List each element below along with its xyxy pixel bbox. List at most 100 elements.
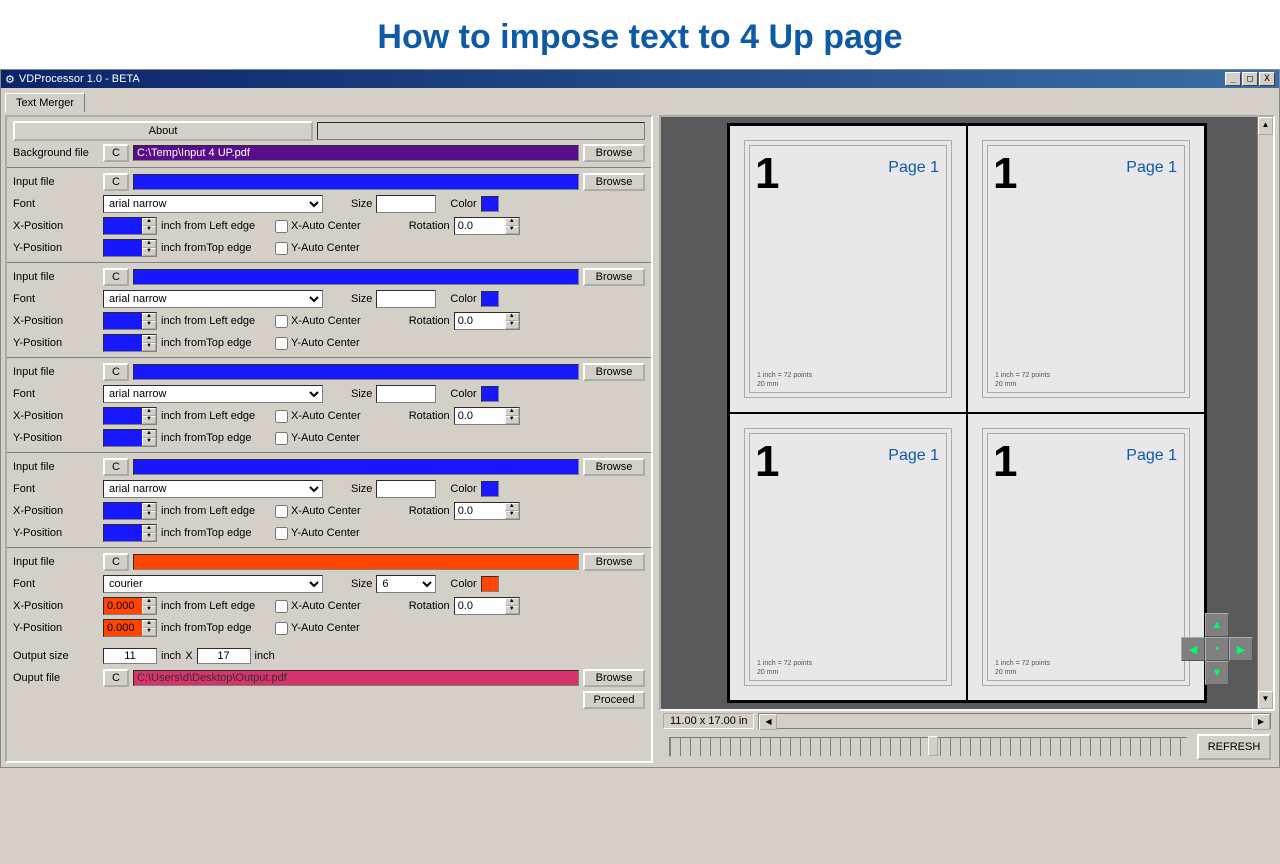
x-auto-checkbox-2[interactable]: X-Auto Center — [275, 410, 361, 423]
rot-up-1[interactable]: ▲ — [505, 313, 519, 321]
rot-down-2[interactable]: ▼ — [505, 416, 519, 424]
ypos-input-3[interactable] — [104, 525, 142, 541]
ypos-down-3[interactable]: ▼ — [142, 533, 156, 541]
input-browse-button-2[interactable]: Browse — [583, 363, 645, 381]
y-auto-checkbox-1[interactable]: Y-Auto Center — [275, 337, 360, 350]
xpos-input-2[interactable] — [104, 408, 142, 424]
rot-up-0[interactable]: ▲ — [505, 218, 519, 226]
xpos-input-4[interactable] — [104, 598, 142, 614]
color-swatch-0[interactable] — [481, 196, 499, 212]
rot-down-0[interactable]: ▼ — [505, 226, 519, 234]
nav-right-button[interactable]: ▶ — [1229, 637, 1253, 661]
font-select-0[interactable]: arial narrow — [103, 195, 323, 213]
input-file-input-3[interactable] — [133, 459, 579, 475]
rotation-input-0[interactable] — [455, 218, 505, 234]
xpos-up-3[interactable]: ▲ — [142, 503, 156, 511]
y-auto-checkbox-0[interactable]: Y-Auto Center — [275, 242, 360, 255]
input-browse-button-0[interactable]: Browse — [583, 173, 645, 191]
font-select-1[interactable]: arial narrow — [103, 290, 323, 308]
font-select-2[interactable]: arial narrow — [103, 385, 323, 403]
output-browse-button[interactable]: Browse — [583, 669, 645, 687]
input-browse-button-4[interactable]: Browse — [583, 553, 645, 571]
input-browse-button-3[interactable]: Browse — [583, 458, 645, 476]
rotation-input-3[interactable] — [455, 503, 505, 519]
xpos-input-0[interactable] — [104, 218, 142, 234]
background-browse-button[interactable]: Browse — [583, 144, 645, 162]
output-height-input[interactable] — [197, 648, 251, 664]
font-select-4[interactable]: courier — [103, 575, 323, 593]
ypos-input-2[interactable] — [104, 430, 142, 446]
preview-hscroll[interactable] — [758, 713, 1271, 729]
ypos-down-0[interactable]: ▼ — [142, 248, 156, 256]
minimize-button[interactable]: _ — [1225, 72, 1241, 86]
ypos-up-4[interactable]: ▲ — [142, 620, 156, 628]
input-browse-button-1[interactable]: Browse — [583, 268, 645, 286]
nav-up-button[interactable]: ▲ — [1205, 613, 1229, 637]
input-clear-button-1[interactable]: C — [103, 268, 129, 286]
color-swatch-3[interactable] — [481, 481, 499, 497]
background-file-input[interactable] — [133, 145, 579, 161]
nav-down-button[interactable]: ▼ — [1205, 661, 1229, 685]
color-swatch-2[interactable] — [481, 386, 499, 402]
size-select-3[interactable] — [376, 480, 436, 498]
rotation-input-4[interactable] — [455, 598, 505, 614]
xpos-input-3[interactable] — [104, 503, 142, 519]
background-clear-button[interactable]: C — [103, 144, 129, 162]
ypos-input-0[interactable] — [104, 240, 142, 256]
ypos-up-2[interactable]: ▲ — [142, 430, 156, 438]
xpos-input-1[interactable] — [104, 313, 142, 329]
output-file-input[interactable] — [133, 670, 579, 686]
ypos-down-2[interactable]: ▼ — [142, 438, 156, 446]
proceed-button[interactable]: Proceed — [583, 691, 645, 709]
xpos-down-4[interactable]: ▼ — [142, 606, 156, 614]
ypos-up-1[interactable]: ▲ — [142, 335, 156, 343]
nav-center-button[interactable]: • — [1205, 637, 1229, 661]
nav-left-button[interactable]: ◀ — [1181, 637, 1205, 661]
ypos-down-1[interactable]: ▼ — [142, 343, 156, 351]
ypos-input-1[interactable] — [104, 335, 142, 351]
size-select-4[interactable]: 6 — [376, 575, 436, 593]
input-file-input-4[interactable] — [133, 554, 579, 570]
output-clear-button[interactable]: C — [103, 669, 129, 687]
input-clear-button-0[interactable]: C — [103, 173, 129, 191]
x-auto-checkbox-4[interactable]: X-Auto Center — [275, 600, 361, 613]
xpos-up-2[interactable]: ▲ — [142, 408, 156, 416]
y-auto-checkbox-4[interactable]: Y-Auto Center — [275, 622, 360, 635]
font-select-3[interactable]: arial narrow — [103, 480, 323, 498]
x-auto-checkbox-3[interactable]: X-Auto Center — [275, 505, 361, 518]
xpos-down-2[interactable]: ▼ — [142, 416, 156, 424]
output-width-input[interactable] — [103, 648, 157, 664]
input-clear-button-2[interactable]: C — [103, 363, 129, 381]
rot-up-3[interactable]: ▲ — [505, 503, 519, 511]
input-file-input-2[interactable] — [133, 364, 579, 380]
xpos-down-0[interactable]: ▼ — [142, 226, 156, 234]
rotation-input-1[interactable] — [455, 313, 505, 329]
x-auto-checkbox-1[interactable]: X-Auto Center — [275, 315, 361, 328]
rot-down-3[interactable]: ▼ — [505, 511, 519, 519]
input-file-input-1[interactable] — [133, 269, 579, 285]
xpos-down-3[interactable]: ▼ — [142, 511, 156, 519]
rot-down-1[interactable]: ▼ — [505, 321, 519, 329]
about-button[interactable]: About — [13, 121, 313, 141]
rotation-input-2[interactable] — [455, 408, 505, 424]
rot-up-4[interactable]: ▲ — [505, 598, 519, 606]
maximize-button[interactable]: □ — [1242, 72, 1258, 86]
rot-down-4[interactable]: ▼ — [505, 606, 519, 614]
size-select-0[interactable] — [376, 195, 436, 213]
xpos-up-0[interactable]: ▲ — [142, 218, 156, 226]
rot-up-2[interactable]: ▲ — [505, 408, 519, 416]
close-button[interactable]: X — [1259, 72, 1275, 86]
size-select-2[interactable] — [376, 385, 436, 403]
xpos-down-1[interactable]: ▼ — [142, 321, 156, 329]
input-clear-button-3[interactable]: C — [103, 458, 129, 476]
ypos-up-3[interactable]: ▲ — [142, 525, 156, 533]
xpos-up-4[interactable]: ▲ — [142, 598, 156, 606]
color-swatch-4[interactable] — [481, 576, 499, 592]
size-select-1[interactable] — [376, 290, 436, 308]
ypos-input-4[interactable] — [104, 620, 142, 636]
refresh-button[interactable]: REFRESH — [1197, 734, 1271, 760]
y-auto-checkbox-2[interactable]: Y-Auto Center — [275, 432, 360, 445]
ypos-down-4[interactable]: ▼ — [142, 628, 156, 636]
x-auto-checkbox-0[interactable]: X-Auto Center — [275, 220, 361, 233]
zoom-slider[interactable] — [669, 737, 1187, 757]
